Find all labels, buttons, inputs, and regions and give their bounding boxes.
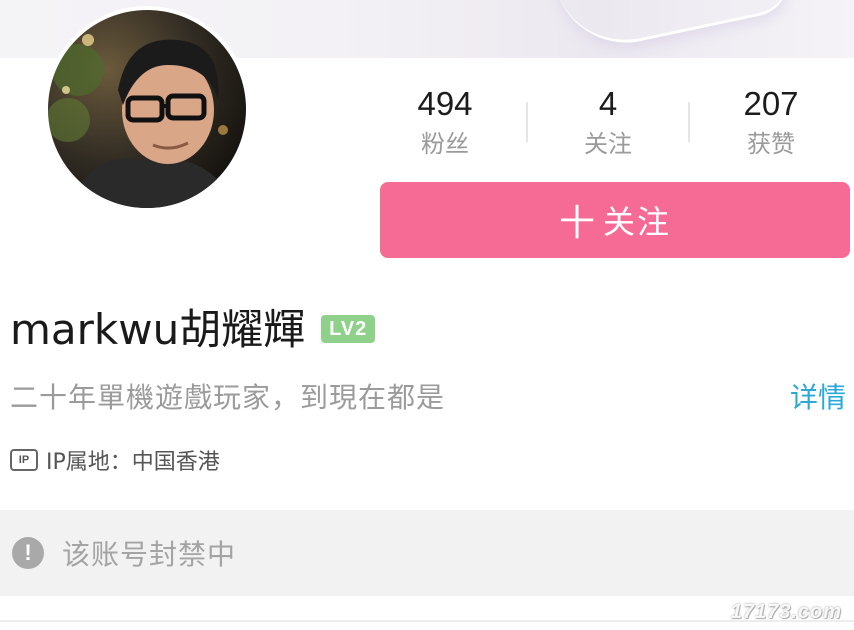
ip-location-text: IP属地：中国香港: [46, 450, 220, 475]
bio-text: 二十年單機遊戲玩家，到現在都是: [10, 381, 446, 414]
profile-stats: 494 粉丝 4 关注 207 获赞: [380, 84, 854, 164]
followers-label: 粉丝: [421, 130, 469, 158]
follow-button[interactable]: 十 关注: [380, 182, 850, 258]
banner-decoration: [554, 0, 796, 57]
following-label: 关注: [584, 130, 632, 158]
plus-icon: 十: [558, 203, 597, 244]
name-row: markwu胡耀輝 LV2: [10, 296, 376, 356]
section-divider: [0, 620, 854, 622]
following-count: 4: [598, 85, 618, 122]
stat-divider: [688, 102, 690, 142]
ban-notice-bar: ! 该账号封禁中: [0, 510, 854, 596]
followers-count: 494: [417, 85, 473, 122]
stat-following[interactable]: 4 关注: [543, 84, 673, 162]
level-badge: LV2: [321, 315, 376, 343]
ip-icon: IP: [10, 449, 38, 471]
ban-notice-text: 该账号封禁中: [62, 538, 237, 571]
avatar-photo: [48, 10, 246, 208]
follow-button-label: 关注: [603, 203, 672, 241]
username: markwu胡耀輝: [10, 304, 306, 354]
watermark-logo: 17173.com: [730, 601, 842, 623]
stat-followers[interactable]: 494 粉丝: [380, 84, 510, 162]
avatar[interactable]: [44, 6, 250, 212]
stat-likes[interactable]: 207 获赞: [706, 84, 836, 162]
likes-count: 207: [743, 85, 799, 122]
stat-divider: [526, 102, 528, 142]
likes-label: 获赞: [747, 130, 795, 158]
warning-icon: !: [12, 537, 44, 569]
detail-link[interactable]: 详情: [790, 376, 846, 416]
ip-location-row: IP IP属地：中国香港: [10, 444, 220, 476]
